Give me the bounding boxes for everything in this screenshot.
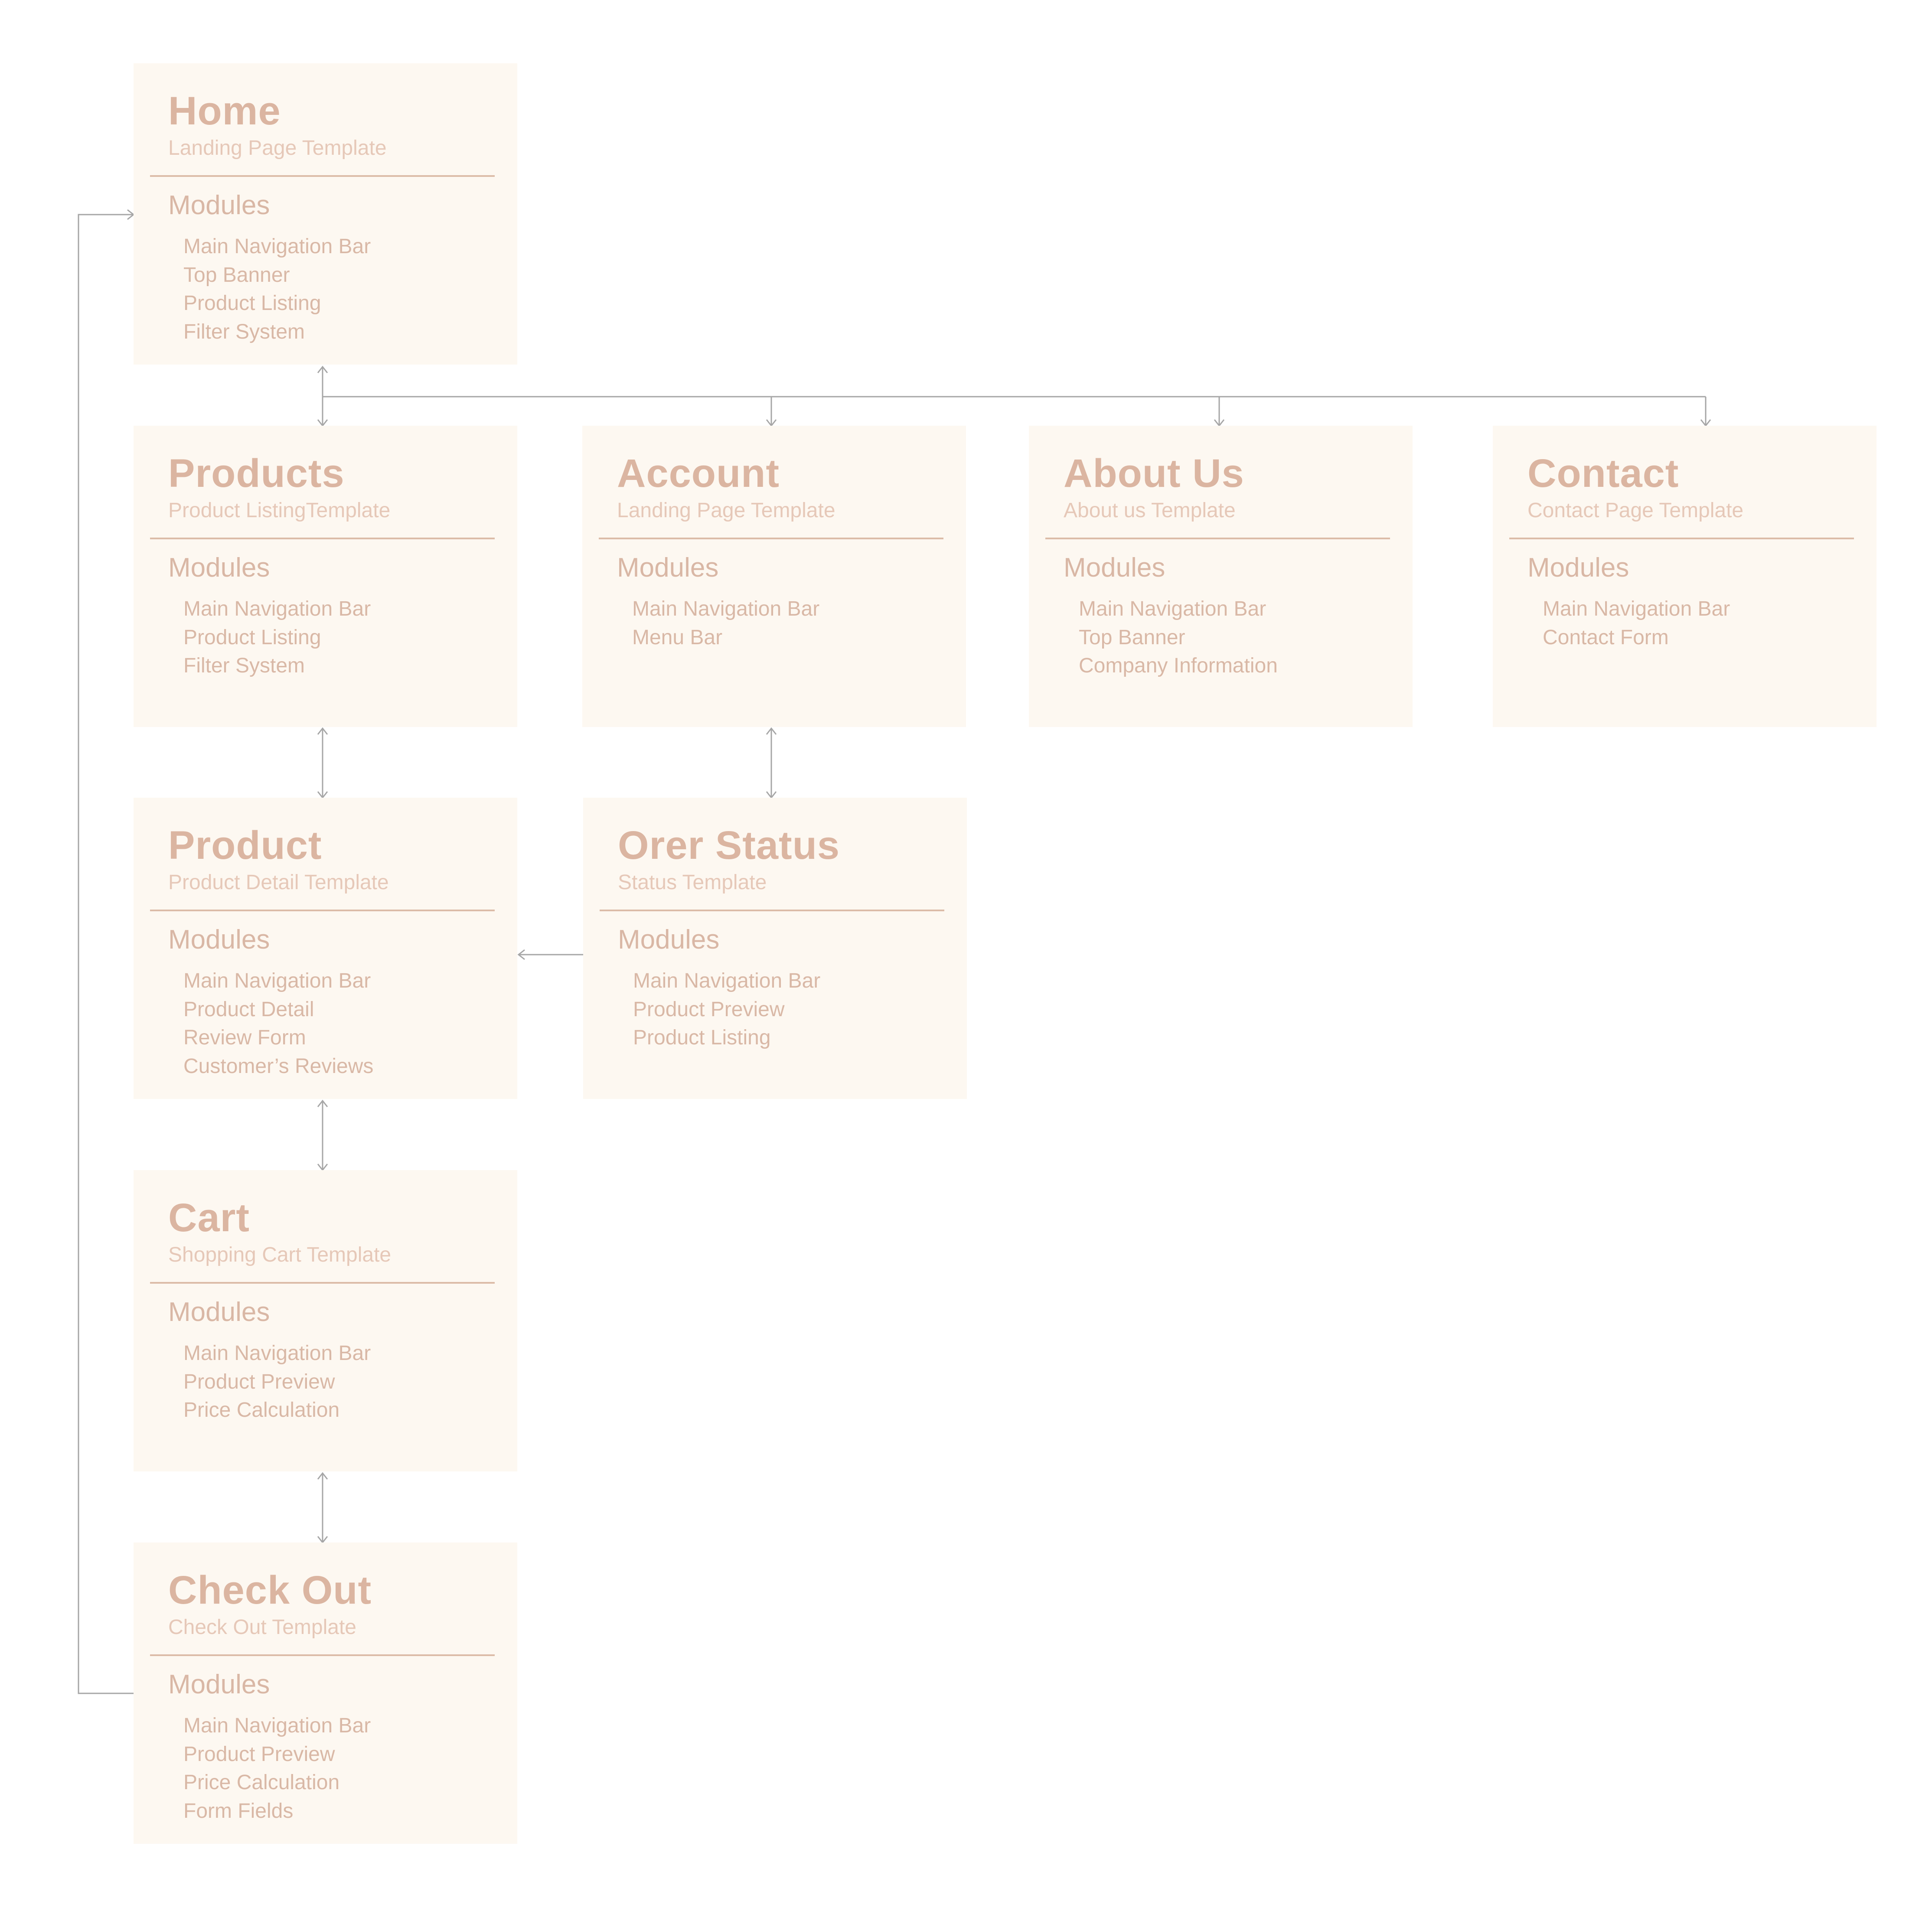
card-contact: Contact Contact Page Template Modules Ma… (1493, 426, 1877, 727)
module-item: Main Navigation Bar (633, 969, 821, 992)
card-about-us: About Us About us Template Modules Main … (1029, 426, 1413, 727)
module-list: Main Navigation Bar Product Preview Prod… (633, 967, 820, 1052)
modules-heading: Modules (168, 553, 270, 583)
card-subtitle: Check Out Template (168, 1616, 356, 1639)
card-subtitle: Status Template (618, 871, 767, 894)
module-item: Main Navigation Bar (183, 1342, 371, 1365)
module-list: Main Navigation Bar Contact Form (1543, 595, 1730, 652)
module-list: Main Navigation Bar Menu Bar (632, 595, 819, 652)
card-subtitle: Contact Page Template (1527, 499, 1744, 522)
module-item: Main Navigation Bar (183, 597, 371, 620)
card-divider (1045, 538, 1390, 539)
module-list: Main Navigation Bar Product Preview Pric… (183, 1712, 371, 1825)
modules-heading: Modules (168, 1297, 270, 1327)
module-item: Contact Form (1543, 626, 1669, 649)
card-subtitle: Landing Page Template (617, 499, 835, 522)
card-divider (150, 175, 495, 177)
card-divider (150, 1282, 495, 1284)
module-list: Main Navigation Bar Product Listing Filt… (183, 595, 371, 680)
card-title: Cart (168, 1196, 250, 1240)
module-item: Main Navigation Bar (183, 235, 371, 258)
module-item: Menu Bar (632, 626, 723, 649)
module-item: Company Information (1079, 654, 1278, 677)
card-title: Home (168, 89, 281, 133)
module-item: Price Calculation (183, 1771, 340, 1794)
card-title: Contact (1527, 451, 1679, 496)
module-item: Filter System (183, 654, 305, 677)
module-item: Product Listing (633, 1026, 771, 1049)
module-item: Form Fields (183, 1799, 294, 1823)
card-subtitle: About us Template (1064, 499, 1236, 522)
modules-heading: Modules (617, 553, 719, 583)
card-title: Check Out (168, 1568, 372, 1612)
card-home: Home Landing Page Template Modules Main … (134, 63, 517, 365)
card-title: Products (168, 451, 345, 496)
module-list: Main Navigation Bar Product Preview Pric… (183, 1339, 371, 1425)
module-item: Main Navigation Bar (183, 1714, 371, 1737)
card-product: Product Product Detail Template Modules … (134, 798, 517, 1099)
module-item: Product Listing (183, 292, 321, 315)
card-cart: Cart Shopping Cart Template Modules Main… (134, 1170, 517, 1471)
card-title: About Us (1064, 451, 1244, 496)
module-item: Price Calculation (183, 1399, 340, 1422)
card-divider (599, 538, 943, 539)
card-subtitle: Shopping Cart Template (168, 1243, 392, 1266)
module-item: Product Preview (183, 1742, 335, 1766)
module-item: Product Listing (183, 626, 321, 649)
card-subtitle: Product Detail Template (168, 871, 389, 894)
module-item: Main Navigation Bar (1079, 597, 1266, 620)
card-title: Product (168, 823, 322, 867)
module-item: Top Banner (1079, 626, 1185, 649)
module-item: Main Navigation Bar (632, 597, 820, 620)
module-item: Review Form (183, 1026, 306, 1049)
connector-checkout-home (78, 214, 134, 1694)
module-item: Product Preview (633, 998, 785, 1021)
modules-heading: Modules (1527, 553, 1629, 583)
module-item: Customer’s Reviews (183, 1054, 374, 1078)
modules-heading: Modules (618, 925, 720, 955)
module-item: Product Preview (183, 1370, 335, 1393)
module-item: Filter System (183, 320, 305, 343)
card-title: Orer Status (618, 823, 840, 867)
module-item: Main Navigation Bar (1543, 597, 1730, 620)
card-title: Account (617, 451, 780, 496)
card-account: Account Landing Page Template Modules Ma… (582, 426, 966, 727)
card-divider (150, 538, 495, 539)
modules-heading: Modules (168, 190, 270, 220)
card-divider (600, 910, 944, 911)
card-order-status: Orer Status Status Template Modules Main… (583, 798, 967, 1099)
module-list: Main Navigation Bar Top Banner Company I… (1079, 595, 1278, 680)
module-item: Product Detail (183, 998, 314, 1021)
module-item: Main Navigation Bar (183, 969, 371, 992)
modules-heading: Modules (168, 925, 270, 955)
module-list: Main Navigation Bar Product Detail Revie… (183, 967, 373, 1080)
card-subtitle: Product ListingTemplate (168, 499, 391, 522)
card-check-out: Check Out Check Out Template Modules Mai… (134, 1542, 517, 1844)
modules-heading: Modules (168, 1670, 270, 1699)
card-divider (150, 910, 495, 911)
modules-heading: Modules (1064, 553, 1165, 583)
module-list: Main Navigation Bar Top Banner Product L… (183, 232, 371, 346)
card-products: Products Product ListingTemplate Modules… (134, 426, 517, 727)
card-divider (1509, 538, 1854, 539)
card-subtitle: Landing Page Template (168, 137, 387, 160)
module-item: Top Banner (183, 263, 290, 287)
card-divider (150, 1654, 495, 1656)
